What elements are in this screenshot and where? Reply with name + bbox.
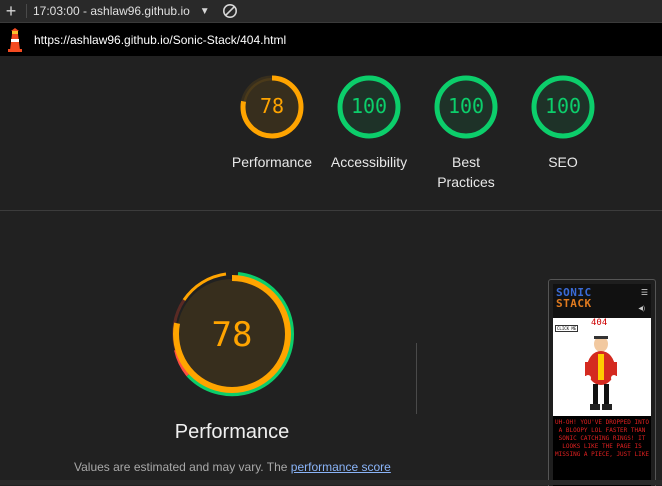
gauge-label: Accessibility xyxy=(330,154,408,170)
vertical-divider xyxy=(416,343,417,414)
svg-text:78: 78 xyxy=(260,94,284,118)
gauge-ring: 100 xyxy=(434,75,498,139)
svg-text:100: 100 xyxy=(351,94,387,118)
performance-gauge-large: 78 xyxy=(172,272,295,397)
performance-score: 78 xyxy=(212,315,253,355)
gauge-performance[interactable]: 78 Performance xyxy=(222,74,322,172)
screenshot-message: UH-OH! YOU'VE DROPPED INTO A BLOOPY LOL … xyxy=(553,416,651,486)
report-selector[interactable]: 17:03:00 - ashlaw96.github.io ▼ xyxy=(33,4,210,18)
performance-title: Performance xyxy=(174,421,290,443)
chevron-down-icon: ▼ xyxy=(199,5,210,17)
estimate-note-text: Values are estimated and may vary. The xyxy=(74,460,291,474)
gauge-accessibility[interactable]: 100 Accessibility xyxy=(319,74,419,172)
lighthouse-logo-icon xyxy=(8,27,22,52)
gauge-ring: 78 xyxy=(240,75,304,139)
performance-score-link[interactable]: performance score xyxy=(291,460,391,474)
report-url[interactable]: https://ashlaw96.github.io/Sonic-Stack/4… xyxy=(34,33,286,47)
report-url-bar: https://ashlaw96.github.io/Sonic-Stack/4… xyxy=(0,23,662,56)
gauge-label: Best Practices xyxy=(437,154,495,190)
bottom-scrollbar[interactable] xyxy=(0,480,662,485)
sound-icon: ◀) xyxy=(638,306,645,312)
category-gauges: 78 Performance 100 Accessibility 100 Bes… xyxy=(0,56,662,210)
gauge-ring: 100 xyxy=(531,75,595,139)
toolbar-divider xyxy=(26,4,27,18)
character-image-icon xyxy=(585,336,617,410)
add-report-icon[interactable]: + xyxy=(0,0,22,22)
svg-text:100: 100 xyxy=(448,94,484,118)
gauge-ring: 100 xyxy=(337,75,401,139)
estimate-note: Values are estimated and may vary. The p… xyxy=(74,460,391,474)
screenshot-page: SONIC STACK ☰ ◀) 404 CLICK ME UH-OH! YOU… xyxy=(553,284,651,486)
clear-icon[interactable] xyxy=(222,3,238,19)
devtools-toolbar: + 17:03:00 - ashlaw96.github.io ▼ xyxy=(0,0,662,23)
gauge-label: Performance xyxy=(231,154,313,170)
screenshot-click-button: CLICK ME xyxy=(555,325,579,332)
screenshot-title-line2: STACK xyxy=(556,297,592,310)
gauge-seo[interactable]: 100 SEO xyxy=(513,74,613,172)
hamburger-menu-icon: ☰ xyxy=(640,288,648,297)
final-screenshot[interactable]: SONIC STACK ☰ ◀) 404 CLICK ME UH-OH! YOU… xyxy=(548,279,656,486)
gauge-label: SEO xyxy=(548,154,578,170)
report-selector-label: 17:03:00 - ashlaw96.github.io xyxy=(33,4,190,18)
screenshot-404: 404 xyxy=(591,318,608,328)
gauge-best-practices[interactable]: 100 Best Practices xyxy=(416,74,516,192)
screenshot-site-title: SONIC STACK xyxy=(556,287,592,309)
svg-text:100: 100 xyxy=(545,94,581,118)
section-divider xyxy=(0,210,662,211)
screenshot-header: SONIC STACK ☰ ◀) xyxy=(553,284,651,318)
